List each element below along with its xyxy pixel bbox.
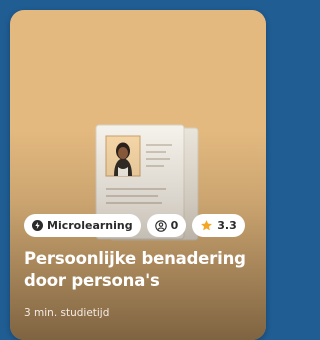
user-icon (154, 219, 167, 232)
rating-badge: 3.3 (192, 214, 245, 237)
bolt-icon (32, 220, 43, 231)
card-badges: Microlearning 0 3.3 (24, 214, 245, 237)
participants-badge: 0 (146, 214, 187, 237)
star-icon (201, 220, 213, 231)
participants-count: 0 (170, 219, 179, 232)
study-time: 3 min. studietijd (24, 307, 110, 319)
type-badge-label: Microlearning (47, 219, 133, 232)
rating-value: 3.3 (217, 219, 237, 232)
card-title: Persoonlijke benadering door persona's (24, 249, 246, 290)
course-card[interactable]: Microlearning 0 3.3 Persoonlijke benader… (10, 10, 266, 340)
type-badge: Microlearning (24, 214, 141, 237)
